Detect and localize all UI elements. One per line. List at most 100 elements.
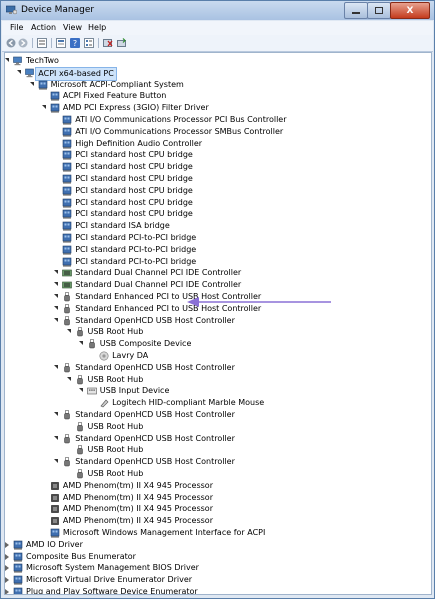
tree-item-label: PCI standard host CPU bridge bbox=[75, 197, 193, 207]
tree-row[interactable]: Standard OpenHCD USB Host Controller bbox=[5, 433, 431, 445]
device-list-icon[interactable] bbox=[84, 38, 94, 48]
computer-icon bbox=[25, 68, 35, 77]
tree-row[interactable]: Microsoft System Management BIOS Driver bbox=[5, 562, 431, 574]
tree-row[interactable]: Standard OpenHCD USB Host Controller bbox=[5, 315, 431, 327]
scan-hardware-icon[interactable] bbox=[117, 38, 127, 48]
collapse-arrow-icon[interactable] bbox=[78, 341, 83, 346]
tree-row[interactable]: USB Root Hub bbox=[5, 421, 431, 433]
uninstall-icon[interactable] bbox=[103, 38, 113, 48]
expand-arrow-icon[interactable] bbox=[5, 541, 9, 548]
tree-row[interactable]: PCI standard host CPU bridge bbox=[5, 149, 431, 161]
tree-row[interactable]: PCI standard ISA bridge bbox=[5, 220, 431, 232]
system-icon bbox=[62, 174, 72, 184]
tree-row[interactable]: Composite Bus Enumerator bbox=[5, 551, 431, 563]
system-icon bbox=[62, 151, 72, 160]
audio-device-icon bbox=[99, 351, 109, 361]
collapse-arrow-icon[interactable] bbox=[54, 364, 59, 369]
collapse-arrow-icon[interactable] bbox=[54, 412, 59, 416]
tree-row[interactable]: Standard OpenHCD USB Host Controller bbox=[5, 456, 431, 468]
usb-icon bbox=[64, 303, 70, 314]
menu-view[interactable]: View bbox=[63, 23, 82, 32]
collapse-arrow-icon[interactable] bbox=[54, 270, 59, 275]
help-icon[interactable]: ? bbox=[70, 38, 80, 48]
tree-row[interactable]: PCI standard PCI-to-PCI bridge bbox=[5, 232, 431, 244]
tree-row[interactable]: PCI standard host CPU bridge bbox=[5, 197, 431, 209]
maximize-button[interactable] bbox=[367, 2, 391, 19]
tree-row[interactable]: High Definition Audio Controller bbox=[5, 138, 431, 150]
menu-action[interactable]: Action bbox=[31, 23, 56, 32]
device-tree[interactable]: TechTwo ACPI x64-based PC Microsoft ACPI-C… bbox=[4, 52, 432, 595]
tree-row[interactable]: PCI standard host CPU bridge bbox=[5, 185, 431, 197]
collapse-arrow-icon[interactable] bbox=[54, 317, 59, 322]
tree-row[interactable]: TechTwo bbox=[5, 55, 431, 67]
tree-row[interactable]: Standard OpenHCD USB Host Controller bbox=[5, 362, 431, 374]
close-button[interactable]: X bbox=[390, 2, 430, 19]
tree-row[interactable]: Logitech HID-compliant Marble Mouse bbox=[5, 397, 431, 409]
tree-item-label: PCI standard host CPU bridge bbox=[75, 185, 193, 195]
tree-row[interactable]: Plug and Play Software Device Enumerator bbox=[5, 586, 431, 594]
tree-row[interactable]: USB Root Hub bbox=[5, 326, 431, 338]
expand-arrow-icon[interactable] bbox=[5, 553, 9, 560]
tree-row[interactable]: Standard OpenHCD USB Host Controller bbox=[5, 409, 431, 421]
tree-row[interactable]: AMD Phenom(tm) II X4 945 Processor bbox=[5, 480, 431, 492]
tree-row[interactable]: ATI I/O Communications Processor PCI Bus… bbox=[5, 114, 431, 126]
tree-item-label: USB Input Device bbox=[99, 386, 170, 396]
expand-arrow-icon[interactable] bbox=[5, 589, 9, 594]
tree-row[interactable]: PCI standard host CPU bridge bbox=[5, 173, 431, 185]
collapse-arrow-icon[interactable] bbox=[54, 282, 59, 287]
collapse-arrow-icon[interactable] bbox=[29, 81, 34, 86]
usb-icon bbox=[76, 445, 83, 455]
tree-row[interactable]: Standard Dual Channel PCI IDE Controller bbox=[5, 267, 431, 279]
window-title: Device Manager bbox=[21, 5, 95, 15]
forward-arrow-icon[interactable] bbox=[18, 38, 28, 48]
tree-row[interactable]: ACPI x64-based PC bbox=[5, 66, 431, 81]
tree-row[interactable]: Standard Dual Channel PCI IDE Controller bbox=[5, 279, 431, 291]
minimize-button[interactable] bbox=[344, 2, 368, 19]
usb-icon bbox=[64, 292, 70, 302]
tree-row[interactable]: AMD Phenom(tm) II X4 945 Processor bbox=[5, 503, 431, 515]
expand-arrow-icon[interactable] bbox=[5, 565, 9, 572]
collapse-arrow-icon[interactable] bbox=[54, 459, 59, 464]
tree-row[interactable]: PCI standard host CPU bridge bbox=[5, 161, 431, 173]
collapse-arrow-icon[interactable] bbox=[5, 58, 9, 62]
tree-row[interactable]: Microsoft Windows Management Interface f… bbox=[5, 527, 431, 539]
tree-row[interactable]: PCI standard host CPU bridge bbox=[5, 208, 431, 220]
tree-row[interactable]: PCI standard PCI-to-PCI bridge bbox=[5, 256, 431, 268]
tree-view-icon[interactable] bbox=[37, 38, 47, 48]
tree-row[interactable]: ATI I/O Communications Processor SMBus C… bbox=[5, 126, 431, 138]
tree-row[interactable]: Lavry DA bbox=[5, 350, 431, 362]
properties-icon[interactable] bbox=[56, 38, 66, 48]
tree-row[interactable]: USB Root Hub bbox=[5, 374, 431, 386]
tree-item-label: USB Root Hub bbox=[87, 327, 144, 337]
tree-row[interactable]: USB Input Device bbox=[5, 385, 431, 397]
svg-text:?: ? bbox=[73, 39, 77, 48]
collapse-arrow-icon[interactable] bbox=[66, 329, 71, 334]
menu-file[interactable]: File bbox=[10, 23, 23, 32]
tree-row[interactable]: USB Composite Device bbox=[5, 338, 431, 350]
tree-row[interactable]: Microsoft Virtual Drive Enumerator Drive… bbox=[5, 574, 431, 586]
tree-row[interactable]: ACPI Fixed Feature Button bbox=[5, 90, 431, 102]
collapse-arrow-icon[interactable] bbox=[41, 105, 46, 110]
collapse-arrow-icon[interactable] bbox=[54, 305, 59, 310]
tree-row[interactable]: AMD IO Driver bbox=[5, 539, 431, 551]
expand-arrow-icon[interactable] bbox=[5, 577, 9, 584]
tree-row[interactable]: AMD PCI Express (3GIO) Filter Driver bbox=[5, 102, 431, 114]
collapse-arrow-icon[interactable] bbox=[17, 69, 22, 74]
tree-row[interactable]: AMD Phenom(tm) II X4 945 Processor bbox=[5, 515, 431, 527]
tree-row[interactable]: USB Root Hub bbox=[5, 444, 431, 456]
system-icon bbox=[13, 540, 23, 550]
tree-row[interactable]: Microsoft ACPI-Compliant System bbox=[5, 79, 431, 91]
collapse-arrow-icon[interactable] bbox=[54, 294, 59, 298]
caption-buttons: X bbox=[344, 2, 430, 19]
tree-row[interactable]: USB Root Hub bbox=[5, 468, 431, 480]
tree-item-label: Lavry DA bbox=[112, 351, 149, 360]
tree-row[interactable]: PCI standard PCI-to-PCI bridge bbox=[5, 244, 431, 256]
tree-item-label: Microsoft Virtual Drive Enumerator Drive… bbox=[26, 575, 193, 585]
collapse-arrow-icon[interactable] bbox=[78, 388, 83, 393]
back-arrow-icon[interactable] bbox=[6, 38, 16, 48]
collapse-arrow-icon[interactable] bbox=[66, 376, 71, 381]
tree-row[interactable]: AMD Phenom(tm) II X4 945 Processor bbox=[5, 492, 431, 504]
menu-help[interactable]: Help bbox=[88, 23, 106, 32]
collapse-arrow-icon[interactable] bbox=[54, 435, 59, 440]
title-bar[interactable]: Device Manager X bbox=[1, 1, 434, 20]
